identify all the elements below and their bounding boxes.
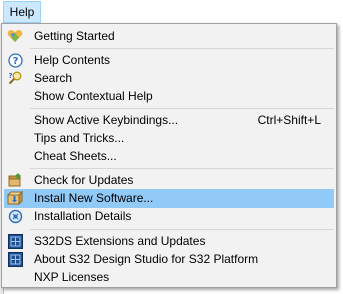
- menu-item-check-for-updates[interactable]: Check for Updates: [4, 171, 334, 190]
- menu-item-help-contents[interactable]: ? Help Contents: [4, 51, 334, 70]
- s32ds-icon: [7, 251, 23, 267]
- menu-item-install-new-software[interactable]: Install New Software...: [4, 189, 334, 208]
- svg-text:?: ?: [12, 56, 18, 67]
- menu-separator: [30, 108, 334, 109]
- menu-bar: Help: [0, 0, 343, 24]
- menu-item-cheat-sheets[interactable]: Cheat Sheets...: [4, 147, 334, 166]
- keyboard-shortcut: Ctrl+Shift+L: [257, 113, 321, 127]
- menu-separator: [30, 229, 334, 230]
- menu-item-getting-started[interactable]: Getting Started: [4, 27, 334, 46]
- menu-item-label: Search: [34, 71, 73, 85]
- search-help-icon: ?: [7, 70, 23, 86]
- menu-item-label: Installation Details: [34, 209, 132, 223]
- menu-item-installation-details[interactable]: Installation Details: [4, 207, 334, 226]
- menu-item-label: Check for Updates: [34, 173, 134, 187]
- menu-item-label: About S32 Design Studio for S32 Platform: [34, 252, 259, 266]
- menu-item-nxp-licenses[interactable]: NXP Licenses: [4, 268, 334, 287]
- menu-item-label: Tips and Tricks...: [34, 131, 125, 145]
- menu-item-s32ds-extensions-and-updates[interactable]: S32DS Extensions and Updates: [4, 232, 334, 251]
- s32ds-icon: [7, 233, 23, 249]
- menu-item-label: Install New Software...: [34, 191, 154, 205]
- menu-item-label: Show Active Keybindings...: [34, 113, 179, 127]
- menu-item-show-contextual-help[interactable]: Show Contextual Help: [4, 87, 334, 106]
- menu-item-tips-and-tricks[interactable]: Tips and Tricks...: [4, 129, 334, 148]
- menu-separator: [30, 48, 334, 49]
- getting-started-icon: [7, 28, 23, 44]
- help-dropdown-menu: Getting Started ? Help Contents ? Search…: [1, 23, 337, 288]
- menu-item-show-active-keybindings[interactable]: Show Active Keybindings... Ctrl+Shift+L: [4, 111, 334, 130]
- menu-item-search[interactable]: ? Search: [4, 69, 334, 88]
- menu-item-label: Cheat Sheets...: [34, 149, 117, 163]
- menu-item-label: NXP Licenses: [34, 270, 110, 284]
- check-updates-icon: [7, 172, 23, 188]
- menu-separator: [30, 168, 334, 169]
- menu-item-label: Show Contextual Help: [34, 89, 153, 103]
- svg-text:?: ?: [8, 72, 12, 80]
- installation-details-icon: [7, 208, 23, 224]
- help-contents-icon: ?: [7, 52, 23, 68]
- menu-item-label: S32DS Extensions and Updates: [34, 234, 206, 248]
- help-menu[interactable]: Help: [3, 1, 41, 23]
- menu-item-label: Help Contents: [34, 53, 111, 67]
- menu-item-label: Getting Started: [34, 29, 115, 43]
- menu-item-about-s32-design-studio[interactable]: About S32 Design Studio for S32 Platform: [4, 250, 334, 269]
- install-software-icon: [7, 190, 23, 206]
